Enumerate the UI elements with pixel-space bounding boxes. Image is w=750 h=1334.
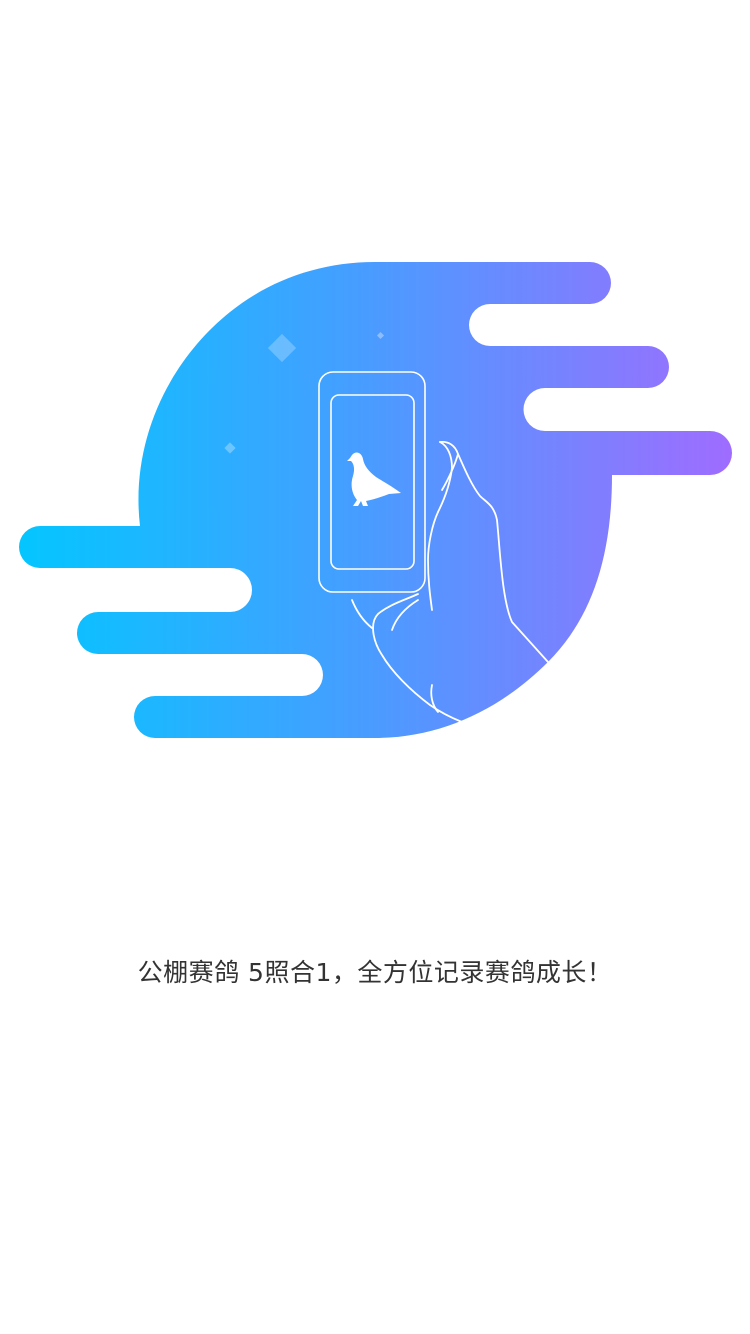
- splash-screen: 公棚赛鸽 5照合1，全方位记录赛鸽成长！: [0, 0, 750, 1334]
- splash-tagline: 公棚赛鸽 5照合1，全方位记录赛鸽成长！: [137, 958, 613, 987]
- gradient-blob: [19, 262, 732, 738]
- splash-illustration: [19, 262, 732, 738]
